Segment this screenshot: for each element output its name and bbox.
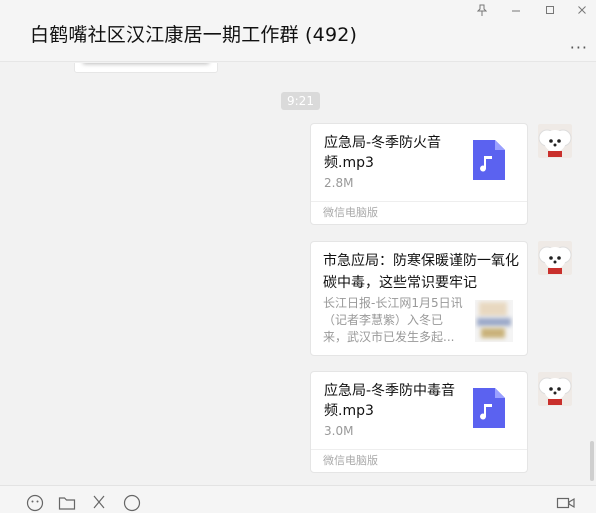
chat-message-area[interactable]: 9:21 应急局-冬季防火音频.mp3 2.8M 微信电脑版 市急应局：防寒保暖… [0,63,596,485]
audio-file-icon [473,388,505,428]
scrollbar[interactable] [590,441,594,481]
file-source: 微信电脑版 [311,449,527,472]
file-message-card[interactable]: 应急局-冬季防中毒音频.mp3 3.0M 微信电脑版 [310,371,528,473]
message-timestamp: 9:21 [281,92,320,110]
minimize-icon[interactable] [506,4,526,20]
maximize-icon[interactable] [540,4,560,20]
chat-title: 白鹤嘴社区汉江康居一期工作群 (492) [30,24,358,46]
avatar[interactable] [538,372,572,406]
scissors-icon[interactable] [92,494,106,512]
folder-icon[interactable] [58,494,76,512]
chat-history-icon[interactable] [123,494,141,512]
chat-header: 白鹤嘴社区汉江康居一期工作群 (492) ··· [0,0,596,62]
close-icon[interactable] [572,4,592,20]
article-description: 长江日报-长江网1月5日讯（记者李慧紫）入冬已来，武汉市已发生多起... [323,296,463,344]
video-call-icon[interactable] [556,494,576,512]
pin-icon[interactable] [472,4,492,20]
input-toolbar [0,485,596,513]
article-message-card[interactable]: 市急应局：防寒保暖谨防一氧化碳中毒，这些常识要牢记 长江日报-长江网1月5日讯（… [310,241,528,356]
file-name: 应急局-冬季防中毒音频.mp3 [324,383,456,419]
emoji-icon[interactable] [26,494,44,512]
article-thumbnail [475,300,513,342]
file-size: 3.0M [324,424,354,438]
file-source: 微信电脑版 [311,201,527,224]
file-name: 应急局-冬季防火音频.mp3 [324,135,442,171]
more-icon[interactable]: ··· [570,38,588,57]
avatar[interactable] [538,241,572,275]
audio-file-icon [473,140,505,180]
article-title: 市急应局：防寒保暖谨防一氧化碳中毒，这些常识要牢记 [323,253,519,291]
file-message-card[interactable]: 应急局-冬季防火音频.mp3 2.8M 微信电脑版 [310,123,528,225]
previous-message-bubble [74,63,218,73]
file-size: 2.8M [324,176,354,190]
avatar[interactable] [538,124,572,158]
